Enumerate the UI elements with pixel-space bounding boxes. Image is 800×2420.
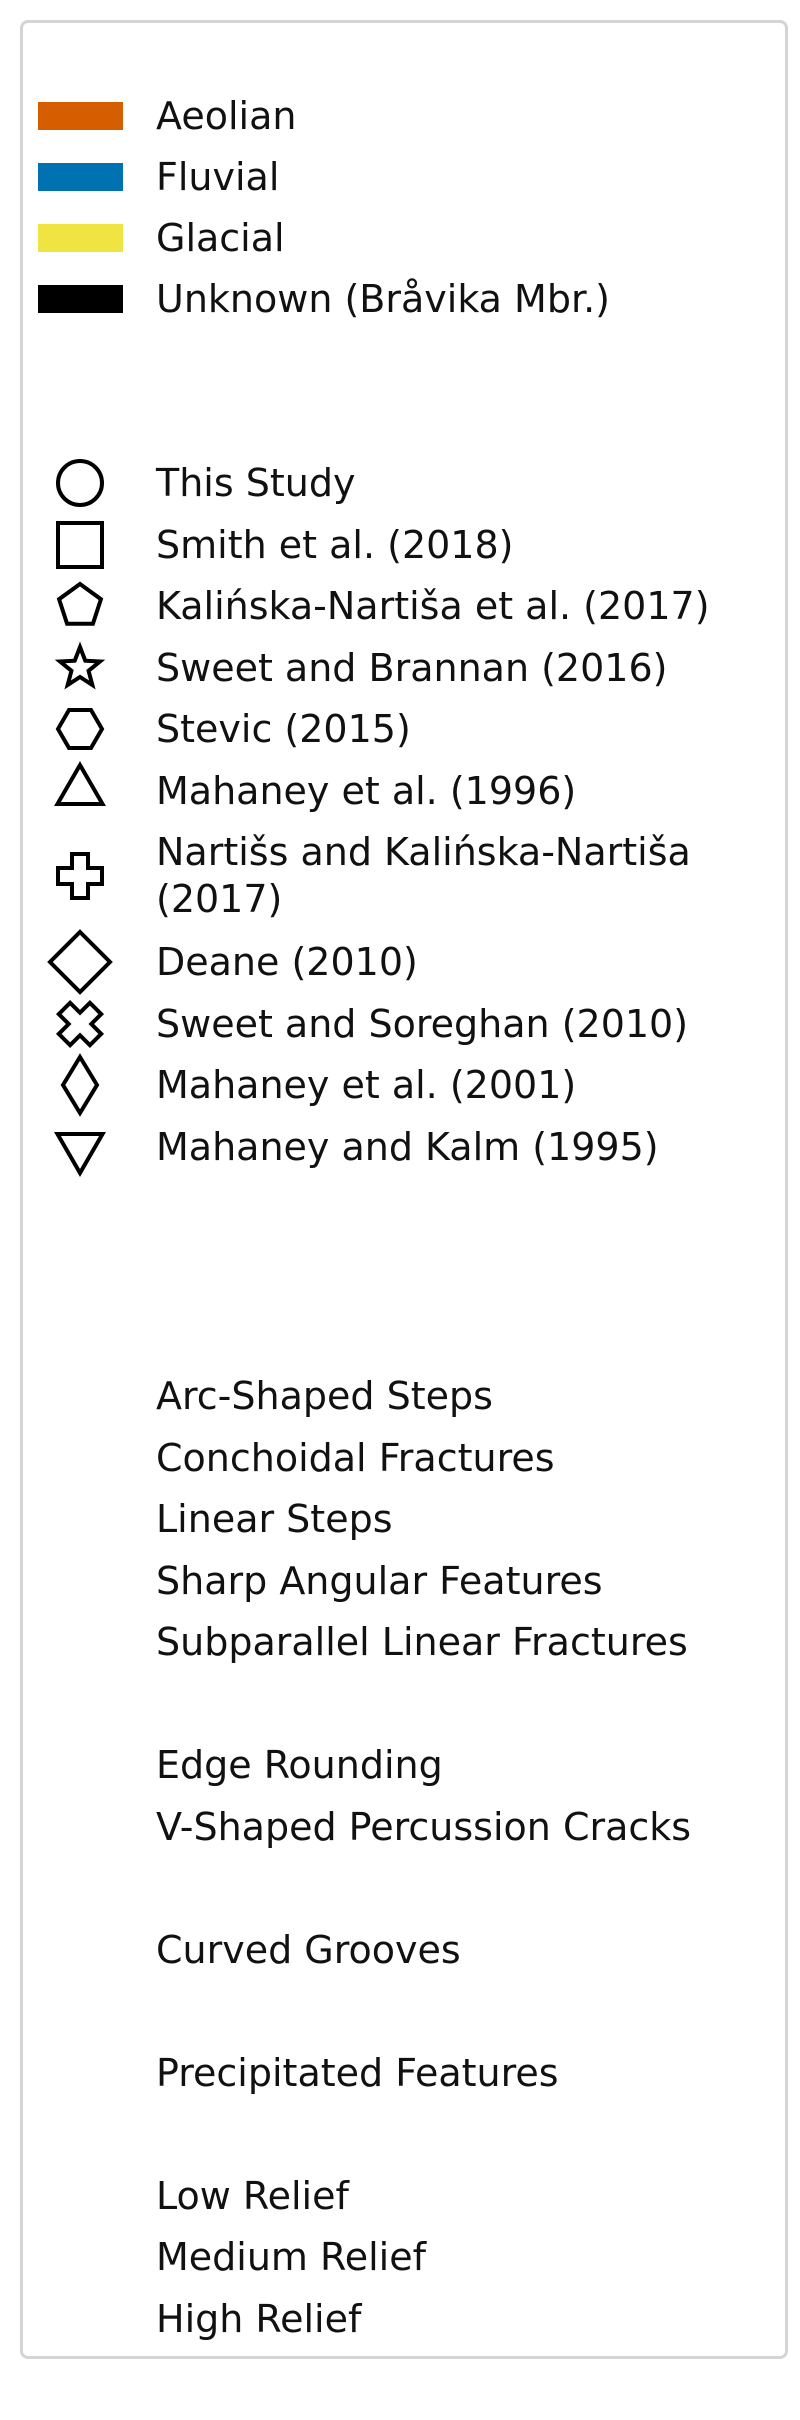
legend-label-study: Mahaney et al. (2001) [156, 1063, 577, 1107]
legend-label-feature: Medium Relief [156, 2235, 426, 2279]
marker-shape [55, 999, 105, 1048]
legend-label-study: Mahaney et al. (1996) [156, 768, 577, 813]
legend-marker-x [45, 989, 115, 1059]
legend-swatch-unknown [38, 285, 123, 313]
legend-marker-diamond [45, 927, 115, 997]
legend-swatch-fluvial [38, 163, 123, 191]
legend-label-feature: Precipitated Features [156, 2050, 559, 2095]
legend-label-feature: Curved Grooves [156, 1927, 461, 1972]
legend-label-study: Nartišs and Kalińska-Nartiša (2017) [156, 830, 691, 921]
marker-shape [54, 640, 106, 689]
legend-label-study: Smith et al. (2018) [156, 522, 514, 567]
legend-label-environment: Unknown (Bråvika Mbr.) [156, 277, 610, 321]
legend-label-feature: High Relief [156, 2296, 362, 2341]
legend-label-study: This Study [156, 461, 356, 505]
legend-label-feature: Edge Rounding [156, 1743, 443, 1787]
legend-label-feature: Subparallel Linear Fractures [156, 1620, 688, 1664]
legend-swatch-glacial [38, 224, 123, 252]
marker-shape [55, 707, 105, 751]
marker-shape [60, 1053, 100, 1117]
legend-marker-square [45, 510, 115, 580]
legend-marker-triangle-down [45, 1112, 115, 1182]
legend-label-feature: Arc-Shaped Steps [156, 1374, 493, 1418]
legend-label-feature: Linear Steps [156, 1497, 393, 1541]
marker-shape [56, 520, 104, 569]
marker-shape [56, 581, 104, 626]
legend-label-feature: Conchoidal Fractures [156, 1435, 555, 1480]
legend-label-study: Kalińska-Nartiša et al. (2017) [156, 584, 710, 628]
legend-label-study: Mahaney and Kalm (1995) [156, 1124, 659, 1169]
marker-shape [56, 459, 104, 507]
legend-label-study: Sweet and Soreghan (2010) [156, 1001, 689, 1046]
legend-label-feature: V-Shaped Percussion Cracks [156, 1804, 692, 1849]
legend-marker-thin-diamond [45, 1050, 115, 1120]
legend-label-environment: Fluvial [156, 155, 280, 199]
marker-shape [56, 852, 104, 900]
legend-marker-pentagon [45, 571, 115, 641]
legend-marker-hexagon [45, 694, 115, 764]
marker-shape [47, 929, 113, 995]
marker-shape [54, 1131, 106, 1177]
legend-swatch-aeolian [38, 102, 123, 130]
legend-marker-star [45, 633, 115, 703]
legend-box [20, 20, 788, 2359]
legend-marker-plus [45, 841, 115, 911]
marker-shape [54, 760, 106, 806]
legend-label-feature: Sharp Angular Features [156, 1558, 603, 1603]
legend-label-environment: Aeolian [156, 94, 297, 138]
legend-label-feature: Low Relief [156, 2173, 349, 2218]
legend-label-study: Sweet and Brannan (2016) [156, 645, 668, 690]
legend-label-environment: Glacial [156, 216, 285, 260]
legend-marker-circle [45, 448, 115, 518]
legend-marker-triangle-up [45, 756, 115, 826]
legend-label-study: Stevic (2015) [156, 707, 411, 751]
legend-label-study: Deane (2010) [156, 940, 418, 984]
